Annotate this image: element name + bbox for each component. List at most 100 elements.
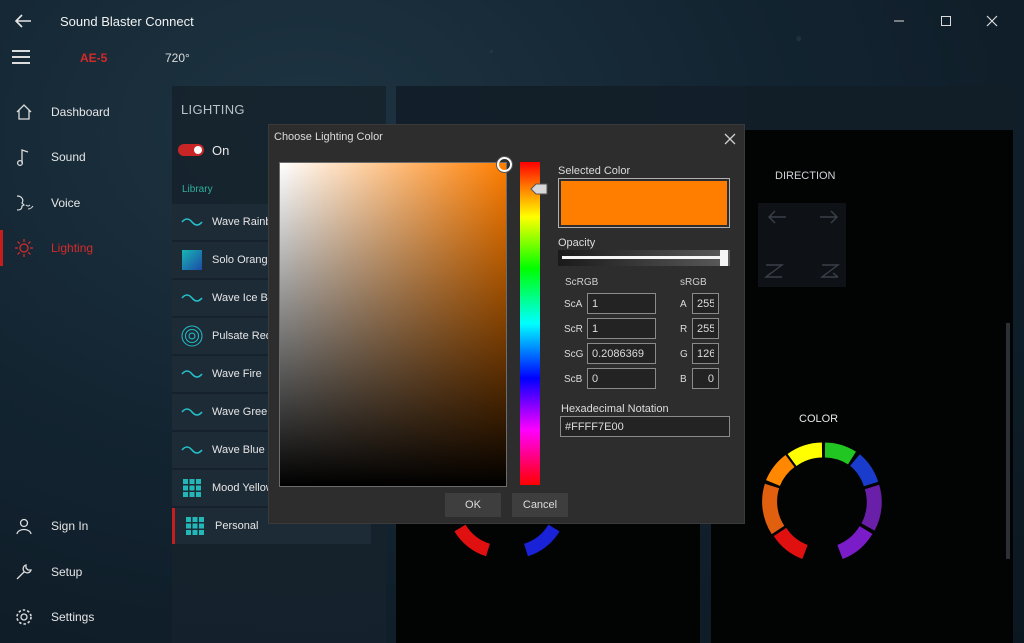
wheel-segment[interactable] bbox=[766, 454, 795, 487]
wave-icon bbox=[179, 437, 205, 463]
close-window-button[interactable] bbox=[977, 10, 1007, 32]
direction-pad bbox=[758, 203, 846, 287]
toggle-label: On bbox=[212, 143, 230, 158]
scr-field[interactable] bbox=[587, 318, 656, 339]
sidebar-item-label: Voice bbox=[51, 196, 81, 210]
maximize-button[interactable] bbox=[931, 10, 961, 32]
grid-icon bbox=[182, 513, 208, 539]
scb-label: ScB bbox=[564, 374, 583, 385]
wave-icon bbox=[179, 209, 205, 235]
arrow-diagonal-right-icon[interactable] bbox=[818, 261, 842, 281]
wrench-icon bbox=[12, 560, 36, 584]
menu-button[interactable] bbox=[12, 50, 34, 66]
selected-color-label: Selected Color bbox=[558, 165, 631, 177]
sidebar-item-sign-in[interactable]: Sign In bbox=[0, 508, 170, 544]
hue-slider[interactable] bbox=[520, 162, 540, 485]
close-icon bbox=[724, 133, 736, 145]
effect-header-panel bbox=[396, 86, 1014, 130]
solid-color-icon bbox=[179, 247, 205, 273]
a-field[interactable] bbox=[692, 293, 719, 314]
srgb-header: sRGB bbox=[680, 277, 707, 288]
back-button[interactable] bbox=[10, 8, 36, 34]
b-field[interactable] bbox=[692, 368, 719, 389]
arrow-right-icon[interactable] bbox=[818, 209, 840, 225]
selected-color-swatch bbox=[558, 178, 730, 228]
wheel-segment[interactable] bbox=[787, 442, 823, 467]
list-item-label: Pulsate Red bbox=[212, 330, 272, 342]
scrollbar-thumb[interactable] bbox=[1006, 323, 1010, 559]
wheel-segment[interactable] bbox=[824, 442, 856, 465]
lighting-toggle[interactable] bbox=[178, 144, 204, 156]
wheel-segment[interactable] bbox=[773, 527, 808, 560]
sidebar-item-lighting[interactable]: Lighting bbox=[0, 230, 170, 266]
title-bar: Sound Blaster Connect bbox=[0, 0, 1024, 42]
list-item-label: Solo Orange bbox=[212, 254, 274, 266]
g-label: G bbox=[680, 349, 688, 360]
wheel-segment[interactable] bbox=[454, 524, 491, 557]
arrow-left-icon[interactable] bbox=[766, 209, 788, 225]
direction-title: DIRECTION bbox=[775, 170, 836, 182]
saturation-value-field[interactable] bbox=[279, 162, 507, 487]
opacity-slider-track bbox=[562, 256, 724, 259]
sca-field[interactable] bbox=[587, 293, 656, 314]
list-item-label: Wave Green bbox=[212, 406, 274, 418]
voice-icon bbox=[12, 191, 36, 215]
back-arrow-icon bbox=[14, 14, 31, 28]
minimize-button[interactable] bbox=[884, 10, 914, 32]
gear-icon bbox=[12, 605, 36, 629]
arrow-diagonal-left-icon[interactable] bbox=[762, 261, 786, 281]
wheel-segment[interactable] bbox=[849, 454, 879, 487]
sidebar-item-dashboard[interactable]: Dashboard bbox=[0, 94, 170, 130]
a-label: A bbox=[680, 299, 687, 310]
cancel-button[interactable]: Cancel bbox=[512, 493, 568, 517]
music-note-icon bbox=[12, 145, 36, 169]
scb-field[interactable] bbox=[587, 368, 656, 389]
hex-label: Hexadecimal Notation bbox=[561, 403, 669, 415]
sidebar-item-label: Settings bbox=[51, 610, 95, 624]
g-field[interactable] bbox=[692, 343, 719, 364]
sidebar-item-setup[interactable]: Setup bbox=[0, 554, 170, 590]
user-icon bbox=[12, 514, 36, 538]
close-icon bbox=[986, 15, 998, 27]
sca-label: ScA bbox=[564, 299, 583, 310]
scg-label: ScG bbox=[564, 349, 584, 360]
sidebar-item-settings[interactable]: Settings bbox=[0, 599, 170, 635]
opacity-slider-thumb[interactable] bbox=[720, 250, 728, 266]
mode-720[interactable]: 720° bbox=[165, 51, 190, 65]
list-item-label: Wave Blue bbox=[212, 444, 265, 456]
sidebar-item-label: Lighting bbox=[51, 241, 94, 255]
opacity-label: Opacity bbox=[558, 237, 596, 249]
wave-icon bbox=[179, 361, 205, 387]
color-wheel-partial[interactable] bbox=[452, 520, 562, 558]
device-name[interactable]: AE-5 bbox=[80, 51, 107, 65]
scr-label: ScR bbox=[564, 324, 583, 335]
color-wheel[interactable] bbox=[760, 440, 885, 565]
pulsate-icon bbox=[179, 323, 205, 349]
home-icon bbox=[12, 100, 36, 124]
app-title: Sound Blaster Connect bbox=[60, 14, 194, 29]
minimize-icon bbox=[894, 20, 904, 22]
color-section-title: COLOR bbox=[799, 413, 839, 425]
color-selector-handle[interactable] bbox=[497, 157, 512, 172]
wheel-segment[interactable] bbox=[523, 524, 560, 557]
dialog-title: Choose Lighting Color bbox=[274, 131, 383, 143]
wheel-segment[interactable] bbox=[836, 525, 873, 559]
lighting-title: LIGHTING bbox=[181, 102, 245, 117]
r-field[interactable] bbox=[692, 318, 719, 339]
ok-button[interactable]: OK bbox=[445, 493, 501, 517]
scg-field[interactable] bbox=[587, 343, 656, 364]
sidebar-item-label: Sign In bbox=[51, 519, 89, 533]
list-item-label: Mood Yellow bbox=[212, 482, 274, 494]
list-item-label: Personal bbox=[215, 520, 259, 532]
sidebar-item-voice[interactable]: Voice bbox=[0, 185, 170, 221]
wave-icon bbox=[179, 399, 205, 425]
swatch-fill bbox=[561, 181, 727, 225]
hex-field[interactable] bbox=[560, 416, 730, 437]
wheel-segment[interactable] bbox=[762, 483, 785, 535]
dialog-close-button[interactable] bbox=[720, 129, 740, 149]
sidebar-item-sound[interactable]: Sound bbox=[0, 139, 170, 175]
wave-icon bbox=[179, 285, 205, 311]
wheel-segment[interactable] bbox=[861, 484, 882, 531]
hue-slider-handle[interactable] bbox=[530, 183, 548, 195]
sidebar-item-label: Setup bbox=[51, 565, 83, 579]
